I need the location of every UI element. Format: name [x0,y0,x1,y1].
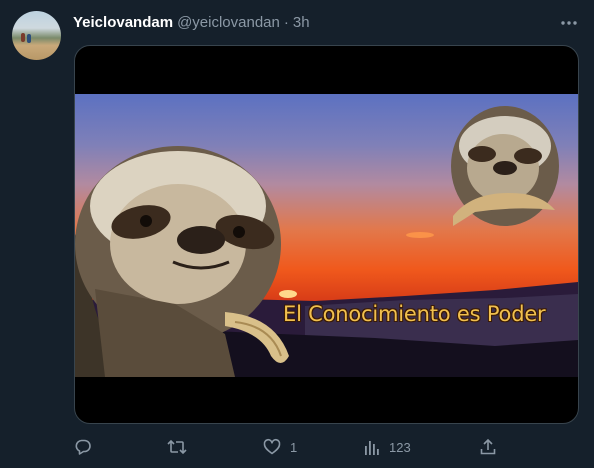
display-name[interactable]: Yeiclovandam [73,14,173,31]
speech-bubble-icon [75,439,91,455]
avatar-figure [27,34,31,43]
sloth-sunset-illustration [75,106,578,377]
bar-chart-icon [365,441,379,455]
media-image: El Conocimiento es Poder [75,94,578,377]
tweet[interactable]: Yeiclovandam @yeiclovandan · 3h El Conoc… [0,0,594,468]
tweet-header: Yeiclovandam @yeiclovandan · 3h [73,12,310,32]
retweet-button[interactable] [167,436,196,458]
more-options-button[interactable] [558,12,580,34]
tweet-actions: 1 123 [74,436,579,458]
heart-outline-icon [263,438,281,455]
like-button[interactable]: 1 [263,436,297,458]
share-button[interactable] [479,436,497,458]
views-count: 123 [389,439,411,455]
avatar[interactable] [12,11,61,60]
tweet-media[interactable]: El Conocimiento es Poder [74,45,579,424]
user-handle[interactable]: @yeiclovandan [177,14,280,31]
avatar-figure [21,33,25,42]
retweet-arrows-icon [167,439,187,455]
views-button[interactable]: 123 [364,436,411,458]
timestamp[interactable]: 3h [293,14,310,31]
like-count: 1 [290,439,298,455]
reply-button[interactable] [74,436,101,458]
share-upload-icon [480,438,496,455]
more-horizontal-icon [561,21,577,25]
media-caption: El Conocimiento es Poder [283,302,546,326]
separator-dot: · [283,13,289,31]
